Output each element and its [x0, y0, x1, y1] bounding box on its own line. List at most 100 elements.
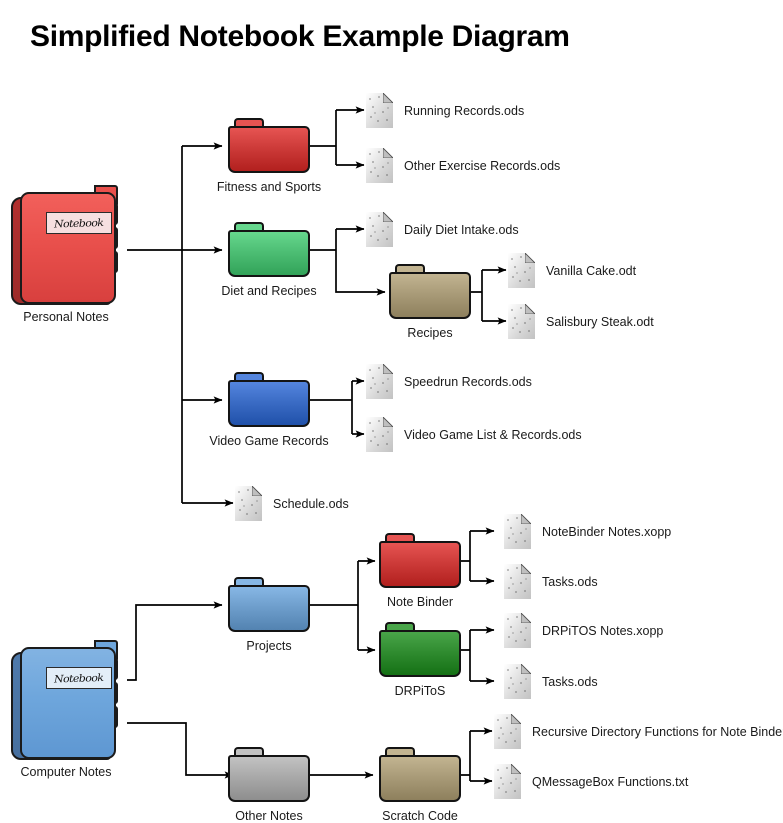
label-file-qmsgbox: QMessageBox Functions.txt	[532, 774, 689, 789]
file-fold-corner	[511, 764, 521, 774]
file-icon-salisbury	[508, 304, 535, 339]
node-file-salisbury[interactable]: Salisbury Steak.odt	[508, 304, 654, 339]
node-file-dailydiet[interactable]: Daily Diet Intake.ods	[366, 212, 519, 247]
notebook-icon-personal: Notebook	[8, 185, 124, 306]
node-folder-notebinder[interactable]: Note Binder	[379, 533, 461, 609]
notebook-icon-computer: Notebook	[8, 640, 124, 761]
folder-body	[228, 755, 310, 802]
wire-diet-recipes	[335, 250, 386, 296]
label-file-schedule: Schedule.ods	[273, 496, 349, 511]
folder-icon-projects	[228, 577, 310, 633]
node-folder-drpitos[interactable]: DRPiToS	[379, 622, 461, 698]
file-icon-recursive	[494, 714, 521, 749]
label-file-salisbury: Salisbury Steak.odt	[546, 314, 654, 329]
folder-body	[228, 230, 310, 277]
folder-body	[228, 585, 310, 632]
node-folder-othernotes[interactable]: Other Notes	[228, 747, 310, 823]
label-file-notebindernotes: NoteBinder Notes.xopp	[542, 524, 672, 539]
wire-computer-to-projects	[127, 601, 223, 681]
caption-othernotes: Other Notes	[235, 809, 303, 823]
node-computer-notes[interactable]: Notebook Computer Notes	[8, 640, 124, 779]
folder-body	[379, 541, 461, 588]
folder-icon-diet	[228, 222, 310, 278]
node-file-speedrun[interactable]: Speedrun Records.ods	[366, 364, 532, 399]
node-file-nbtasks[interactable]: Tasks.ods	[504, 564, 598, 599]
node-folder-recipes[interactable]: Recipes	[389, 264, 471, 340]
file-icon-vglist	[366, 417, 393, 452]
file-fold-corner	[521, 564, 531, 574]
node-file-drtasks[interactable]: Tasks.ods	[504, 664, 598, 699]
label-file-recursive: Recursive Directory Functions for Note B…	[532, 724, 783, 739]
file-icon-drnotes	[504, 613, 531, 648]
file-icon-drtasks	[504, 664, 531, 699]
diagram-canvas: Simplified Notebook Example Diagram Note…	[0, 0, 783, 823]
node-file-vglist[interactable]: Video Game List & Records.ods	[366, 417, 582, 452]
node-folder-fitness[interactable]: Fitness and Sports	[217, 118, 321, 194]
file-icon-vanilla	[508, 253, 535, 288]
label-file-dailydiet: Daily Diet Intake.ods	[404, 222, 519, 237]
node-file-notebindernotes[interactable]: NoteBinder Notes.xopp	[504, 514, 671, 549]
folder-body	[379, 630, 461, 677]
label-file-vglist: Video Game List & Records.ods	[404, 427, 582, 442]
node-file-running[interactable]: Running Records.ods	[366, 93, 524, 128]
label-file-drnotes: DRPiTOS Notes.xopp	[542, 623, 664, 638]
folder-icon-scratch	[379, 747, 461, 803]
folder-body	[228, 380, 310, 427]
folder-icon-notebinder	[379, 533, 461, 589]
node-file-otherexercise[interactable]: Other Exercise Records.ods	[366, 148, 560, 183]
label-file-drtasks: Tasks.ods	[542, 674, 598, 689]
file-fold-corner	[252, 486, 262, 496]
label-file-running: Running Records.ods	[404, 103, 525, 118]
node-personal-notes[interactable]: Notebook Personal Notes	[8, 185, 124, 324]
file-fold-corner	[521, 514, 531, 524]
node-file-drnotes[interactable]: DRPiTOS Notes.xopp	[504, 613, 663, 648]
notebook-title-plate: Notebook	[46, 667, 112, 689]
file-icon-schedule	[235, 486, 262, 521]
caption-fitness: Fitness and Sports	[216, 180, 322, 194]
file-icon-otherexercise	[366, 148, 393, 183]
node-file-recursive[interactable]: Recursive Directory Functions for Note B…	[494, 714, 783, 749]
node-file-qmsgbox[interactable]: QMessageBox Functions.txt	[494, 764, 688, 799]
file-icon-qmsgbox	[494, 764, 521, 799]
file-fold-corner	[383, 148, 393, 158]
notebook-front-cover: Notebook	[20, 647, 116, 759]
caption-computer-notes: Computer Notes	[20, 765, 112, 779]
file-icon-speedrun	[366, 364, 393, 399]
folder-icon-videogame	[228, 372, 310, 428]
folder-body	[379, 755, 461, 802]
notebook-title-text: Notebook	[54, 216, 104, 230]
folder-icon-fitness	[228, 118, 310, 174]
label-file-vanilla: Vanilla Cake.odt	[546, 263, 637, 278]
page-title: Simplified Notebook Example Diagram	[30, 20, 570, 53]
node-folder-projects[interactable]: Projects	[228, 577, 310, 653]
file-fold-corner	[383, 364, 393, 374]
file-fold-corner	[525, 253, 535, 263]
file-icon-dailydiet	[366, 212, 393, 247]
node-file-schedule[interactable]: Schedule.ods	[235, 486, 349, 521]
file-fold-corner	[521, 613, 531, 623]
file-icon-notebindernotes	[504, 514, 531, 549]
node-folder-diet[interactable]: Diet and Recipes	[221, 222, 317, 298]
file-icon-nbtasks	[504, 564, 531, 599]
node-file-vanilla[interactable]: Vanilla Cake.odt	[508, 253, 636, 288]
node-folder-videogame[interactable]: Video Game Records	[209, 372, 329, 448]
caption-personal-notes: Personal Notes	[23, 310, 109, 324]
label-file-nbtasks: Tasks.ods	[542, 574, 598, 589]
notebook-title-plate: Notebook	[46, 212, 112, 234]
caption-scratch: Scratch Code	[382, 809, 458, 823]
folder-icon-recipes	[389, 264, 471, 320]
file-fold-corner	[383, 212, 393, 222]
file-fold-corner	[521, 664, 531, 674]
file-fold-corner	[525, 304, 535, 314]
caption-diet: Diet and Recipes	[221, 284, 317, 298]
file-fold-corner	[511, 714, 521, 724]
caption-recipes: Recipes	[407, 326, 453, 340]
file-fold-corner	[383, 417, 393, 427]
folder-icon-drpitos	[379, 622, 461, 678]
caption-drpitos: DRPiToS	[394, 684, 446, 698]
folder-body	[228, 126, 310, 173]
node-folder-scratch[interactable]: Scratch Code	[379, 747, 461, 823]
notebook-front-cover: Notebook	[20, 192, 116, 304]
folder-body	[389, 272, 471, 319]
caption-notebinder: Note Binder	[386, 595, 454, 609]
